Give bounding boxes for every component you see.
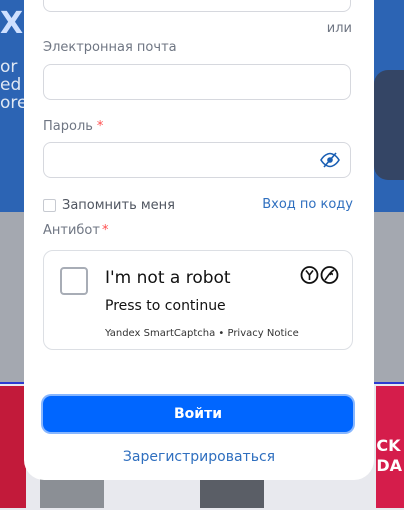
hide-password-icon[interactable]: [320, 152, 340, 172]
login-modal: или Электронная почта Пароль * Запомнить …: [24, 0, 374, 480]
login-button[interactable]: Войти: [43, 396, 353, 432]
login-by-code-link[interactable]: Вход по коду: [262, 197, 353, 212]
background-image: [374, 70, 404, 180]
background-promo-right: CK DA: [376, 386, 404, 508]
captcha-widget[interactable]: I'm not a robot Press to continue Yandex…: [43, 250, 353, 350]
remember-checkbox[interactable]: [43, 199, 56, 212]
background-heading: X: [0, 6, 24, 41]
required-mark: *: [101, 223, 109, 238]
smartcaptcha-logo-icon: [300, 265, 340, 285]
background-promo-left: [0, 386, 26, 508]
remember-label: Запомнить меня: [62, 198, 176, 213]
register-link[interactable]: Зарегистрироваться: [24, 449, 374, 465]
previous-field[interactable]: [43, 0, 351, 12]
password-field[interactable]: [43, 142, 351, 178]
captcha-footer[interactable]: Yandex SmartCaptcha • Privacy Notice: [105, 328, 299, 339]
or-divider: или: [326, 21, 352, 36]
email-field[interactable]: [43, 64, 351, 100]
captcha-title: I'm not a robot: [105, 268, 231, 288]
captcha-subtitle: Press to continue: [105, 298, 226, 314]
captcha-checkbox[interactable]: [60, 267, 88, 295]
remember-me[interactable]: Запомнить меня: [43, 198, 175, 213]
password-label: Пароль *: [43, 119, 104, 134]
antibot-label: Антибот *: [43, 223, 109, 238]
email-label: Электронная почта: [43, 40, 177, 55]
required-mark: *: [96, 119, 104, 134]
